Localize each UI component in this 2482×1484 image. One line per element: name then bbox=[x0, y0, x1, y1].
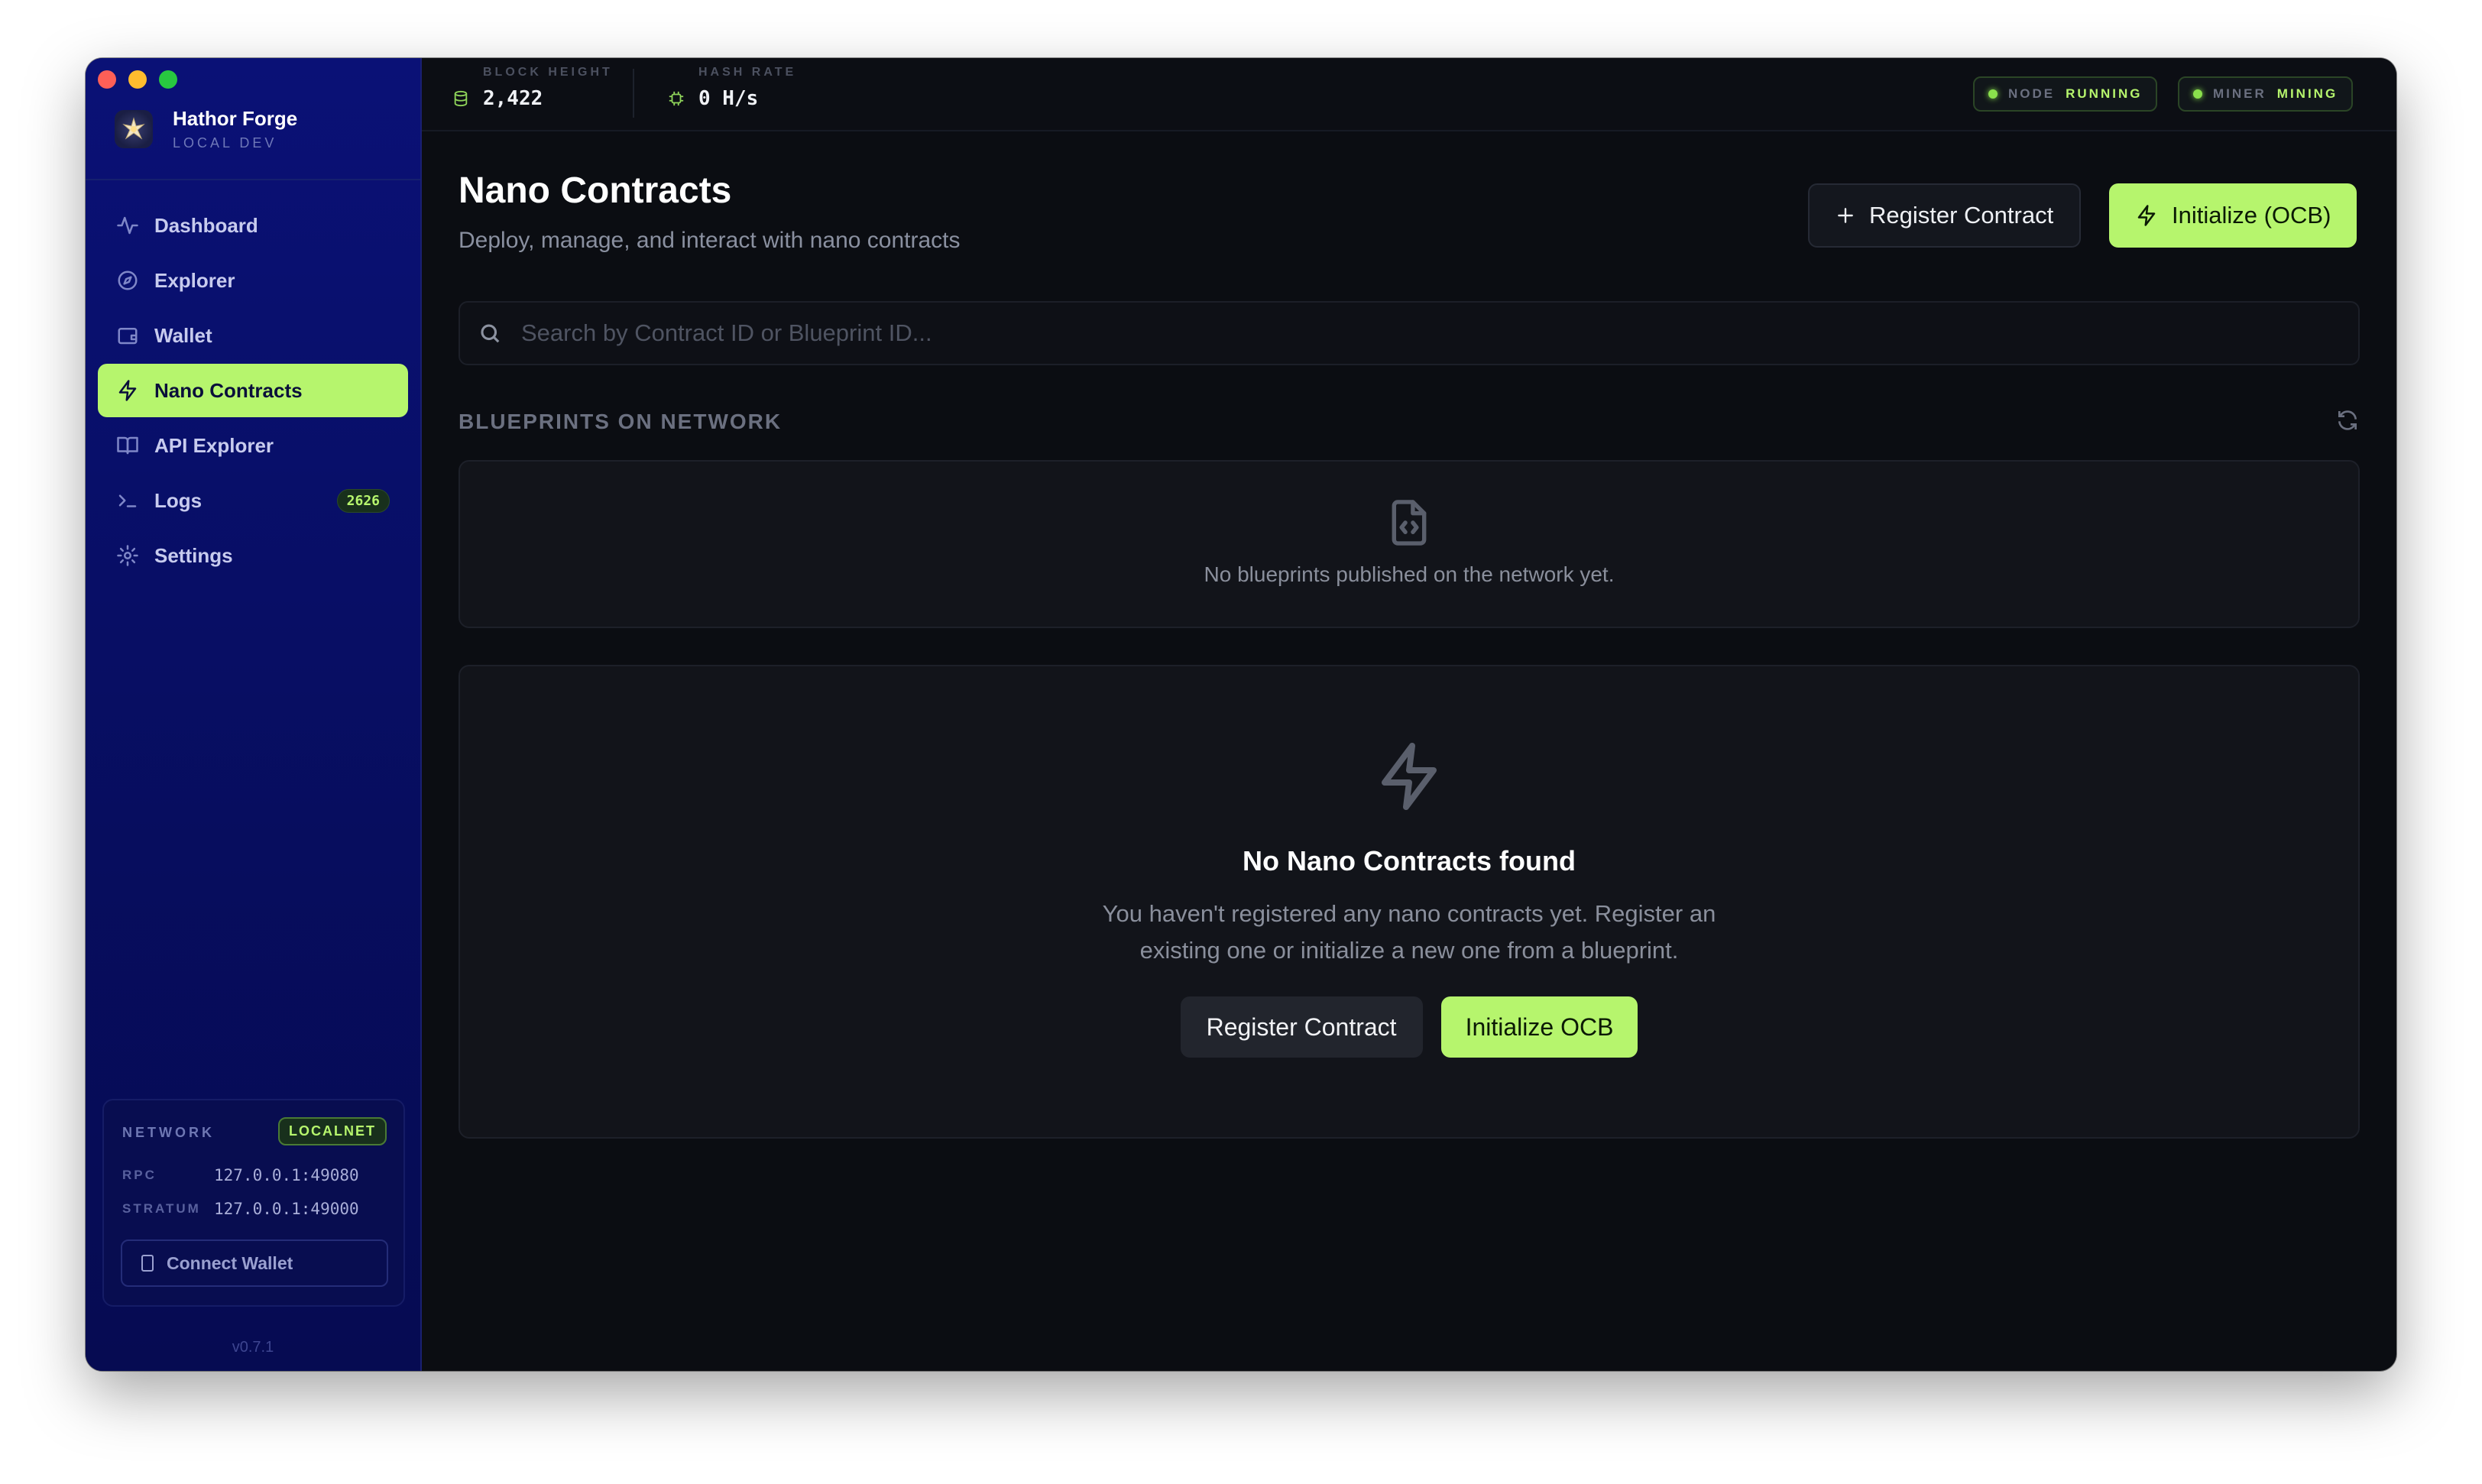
forge-logo-icon bbox=[115, 110, 153, 148]
sidebar-item-label: Explorer bbox=[154, 268, 235, 292]
wallet-icon bbox=[118, 328, 138, 345]
rpc-value: 127.0.0.1:49080 bbox=[214, 1166, 359, 1184]
block-height-label: BLOCK HEIGHT bbox=[483, 66, 613, 79]
contracts-empty-state: No Nano Contracts found You haven't regi… bbox=[458, 665, 2360, 1139]
gear-icon bbox=[117, 545, 138, 566]
lightning-icon bbox=[1372, 740, 1446, 813]
stratum-label: STRATUM bbox=[122, 1201, 201, 1216]
connect-wallet-label: Connect Wallet bbox=[167, 1252, 293, 1273]
search-icon bbox=[481, 324, 500, 343]
status-bar: BLOCK HEIGHT 2,422 HASH RATE 0 H/s NODE … bbox=[422, 58, 2396, 131]
stat-divider bbox=[633, 69, 634, 118]
miner-label: MINER bbox=[2213, 86, 2267, 101]
phone-icon bbox=[141, 1255, 154, 1272]
lightning-icon bbox=[118, 380, 137, 401]
node-status-badge: NODE RUNNING bbox=[1973, 76, 2158, 112]
rpc-row: RPC 127.0.0.1:49080 bbox=[122, 1166, 359, 1184]
database-icon bbox=[454, 90, 468, 107]
sidebar-item-label: Logs bbox=[154, 488, 203, 512]
sidebar-item-dashboard[interactable]: Dashboard bbox=[98, 199, 408, 252]
minimize-window-button[interactable] bbox=[128, 70, 147, 89]
sidebar-nav: Dashboard Explorer Wallet Nano Contracts… bbox=[98, 199, 408, 584]
blueprints-section-title: BLUEPRINTS ON NETWORK bbox=[458, 410, 783, 433]
hash-rate-stat: HASH RATE 0 H/s bbox=[668, 66, 796, 110]
node-status: RUNNING bbox=[2066, 86, 2143, 101]
register-contract-button[interactable]: Register Contract bbox=[1808, 183, 2082, 248]
app-env: LOCAL DEV bbox=[173, 135, 277, 151]
node-status-dot bbox=[1988, 89, 1998, 99]
sidebar-item-label: Wallet bbox=[154, 323, 212, 347]
compass-icon bbox=[118, 271, 138, 290]
block-height-value: 2,422 bbox=[483, 87, 543, 110]
activity-icon bbox=[117, 216, 138, 235]
app-name: Hathor Forge bbox=[173, 107, 298, 130]
app-version: v0.7.1 bbox=[232, 1339, 274, 1356]
network-card: NETWORK LOCALNET RPC 127.0.0.1:49080 STR… bbox=[102, 1099, 405, 1307]
file-code-icon bbox=[1386, 498, 1432, 547]
empty-state-line-1: You haven't registered any nano contract… bbox=[1102, 900, 1716, 927]
network-label: NETWORK bbox=[122, 1125, 215, 1140]
empty-state-description: You haven't registered any nano contract… bbox=[1073, 896, 1745, 969]
page-subtitle: Deploy, manage, and interact with nano c… bbox=[458, 228, 961, 253]
logs-count-badge: 2626 bbox=[336, 489, 390, 513]
empty-state-actions: Register Contract Initialize OCB bbox=[460, 996, 2358, 1058]
hash-rate-label: HASH RATE bbox=[698, 66, 797, 79]
search-input[interactable] bbox=[521, 319, 2358, 347]
terminal-icon bbox=[118, 494, 137, 507]
sidebar-item-label: Nano Contracts bbox=[154, 378, 303, 402]
empty-initialize-ocb-button[interactable]: Initialize OCB bbox=[1440, 996, 1638, 1058]
maximize-window-button[interactable] bbox=[159, 70, 177, 89]
sidebar-item-wallet[interactable]: Wallet bbox=[98, 309, 408, 362]
sidebar-item-api-explorer[interactable]: API Explorer bbox=[98, 419, 408, 472]
sidebar-divider bbox=[86, 179, 420, 180]
initialize-ocb-label: Initialize (OCB) bbox=[2172, 202, 2331, 228]
miner-status: MINING bbox=[2276, 86, 2338, 101]
sidebar-item-settings[interactable]: Settings bbox=[98, 529, 408, 582]
page-title: Nano Contracts bbox=[458, 170, 732, 211]
brand: Hathor Forge LOCAL DEV bbox=[115, 107, 297, 151]
rpc-label: RPC bbox=[122, 1168, 157, 1182]
main-content: BLOCK HEIGHT 2,422 HASH RATE 0 H/s NODE … bbox=[422, 58, 2396, 1371]
network-badge: LOCALNET bbox=[278, 1117, 387, 1145]
stratum-value: 127.0.0.1:49000 bbox=[214, 1200, 359, 1218]
connect-wallet-button[interactable]: Connect Wallet bbox=[121, 1239, 388, 1287]
contract-search[interactable] bbox=[458, 301, 2360, 365]
node-label: NODE bbox=[2008, 86, 2056, 101]
miner-status-badge: MINER MINING bbox=[2178, 76, 2354, 112]
sidebar-item-nano-contracts[interactable]: Nano Contracts bbox=[98, 364, 408, 417]
book-icon bbox=[117, 436, 138, 455]
sidebar: Hathor Forge LOCAL DEV Dashboard Explore… bbox=[86, 58, 422, 1371]
blueprints-empty-message: No blueprints published on the network y… bbox=[1204, 562, 1615, 586]
lightning-icon bbox=[2137, 205, 2156, 226]
sidebar-item-label: API Explorer bbox=[154, 433, 274, 457]
empty-state-title: No Nano Contracts found bbox=[1243, 845, 1576, 876]
plus-icon bbox=[1838, 208, 1853, 223]
cpu-icon bbox=[669, 91, 684, 106]
blueprints-panel: No blueprints published on the network y… bbox=[458, 460, 2360, 628]
register-contract-label: Register Contract bbox=[1869, 202, 2054, 228]
sidebar-item-logs[interactable]: Logs 2626 bbox=[98, 474, 408, 527]
window-controls bbox=[98, 70, 177, 89]
block-height-stat: BLOCK HEIGHT 2,422 bbox=[452, 66, 613, 110]
initialize-ocb-button[interactable]: Initialize (OCB) bbox=[2109, 183, 2357, 248]
sidebar-item-explorer[interactable]: Explorer bbox=[98, 254, 408, 307]
hash-rate-value: 0 H/s bbox=[698, 87, 759, 110]
close-window-button[interactable] bbox=[98, 70, 116, 89]
empty-register-contract-button[interactable]: Register Contract bbox=[1180, 996, 1423, 1058]
miner-status-dot bbox=[2193, 89, 2202, 99]
app-window: Hathor Forge LOCAL DEV Dashboard Explore… bbox=[86, 58, 2396, 1371]
refresh-icon bbox=[2338, 410, 2357, 430]
sidebar-item-label: Settings bbox=[154, 543, 233, 567]
empty-state-line-2: existing one or initialize a new one fro… bbox=[1139, 937, 1679, 964]
sidebar-item-label: Dashboard bbox=[154, 213, 258, 237]
refresh-blueprints-button[interactable] bbox=[2335, 408, 2360, 433]
stratum-row: STRATUM 127.0.0.1:49000 bbox=[122, 1200, 359, 1218]
